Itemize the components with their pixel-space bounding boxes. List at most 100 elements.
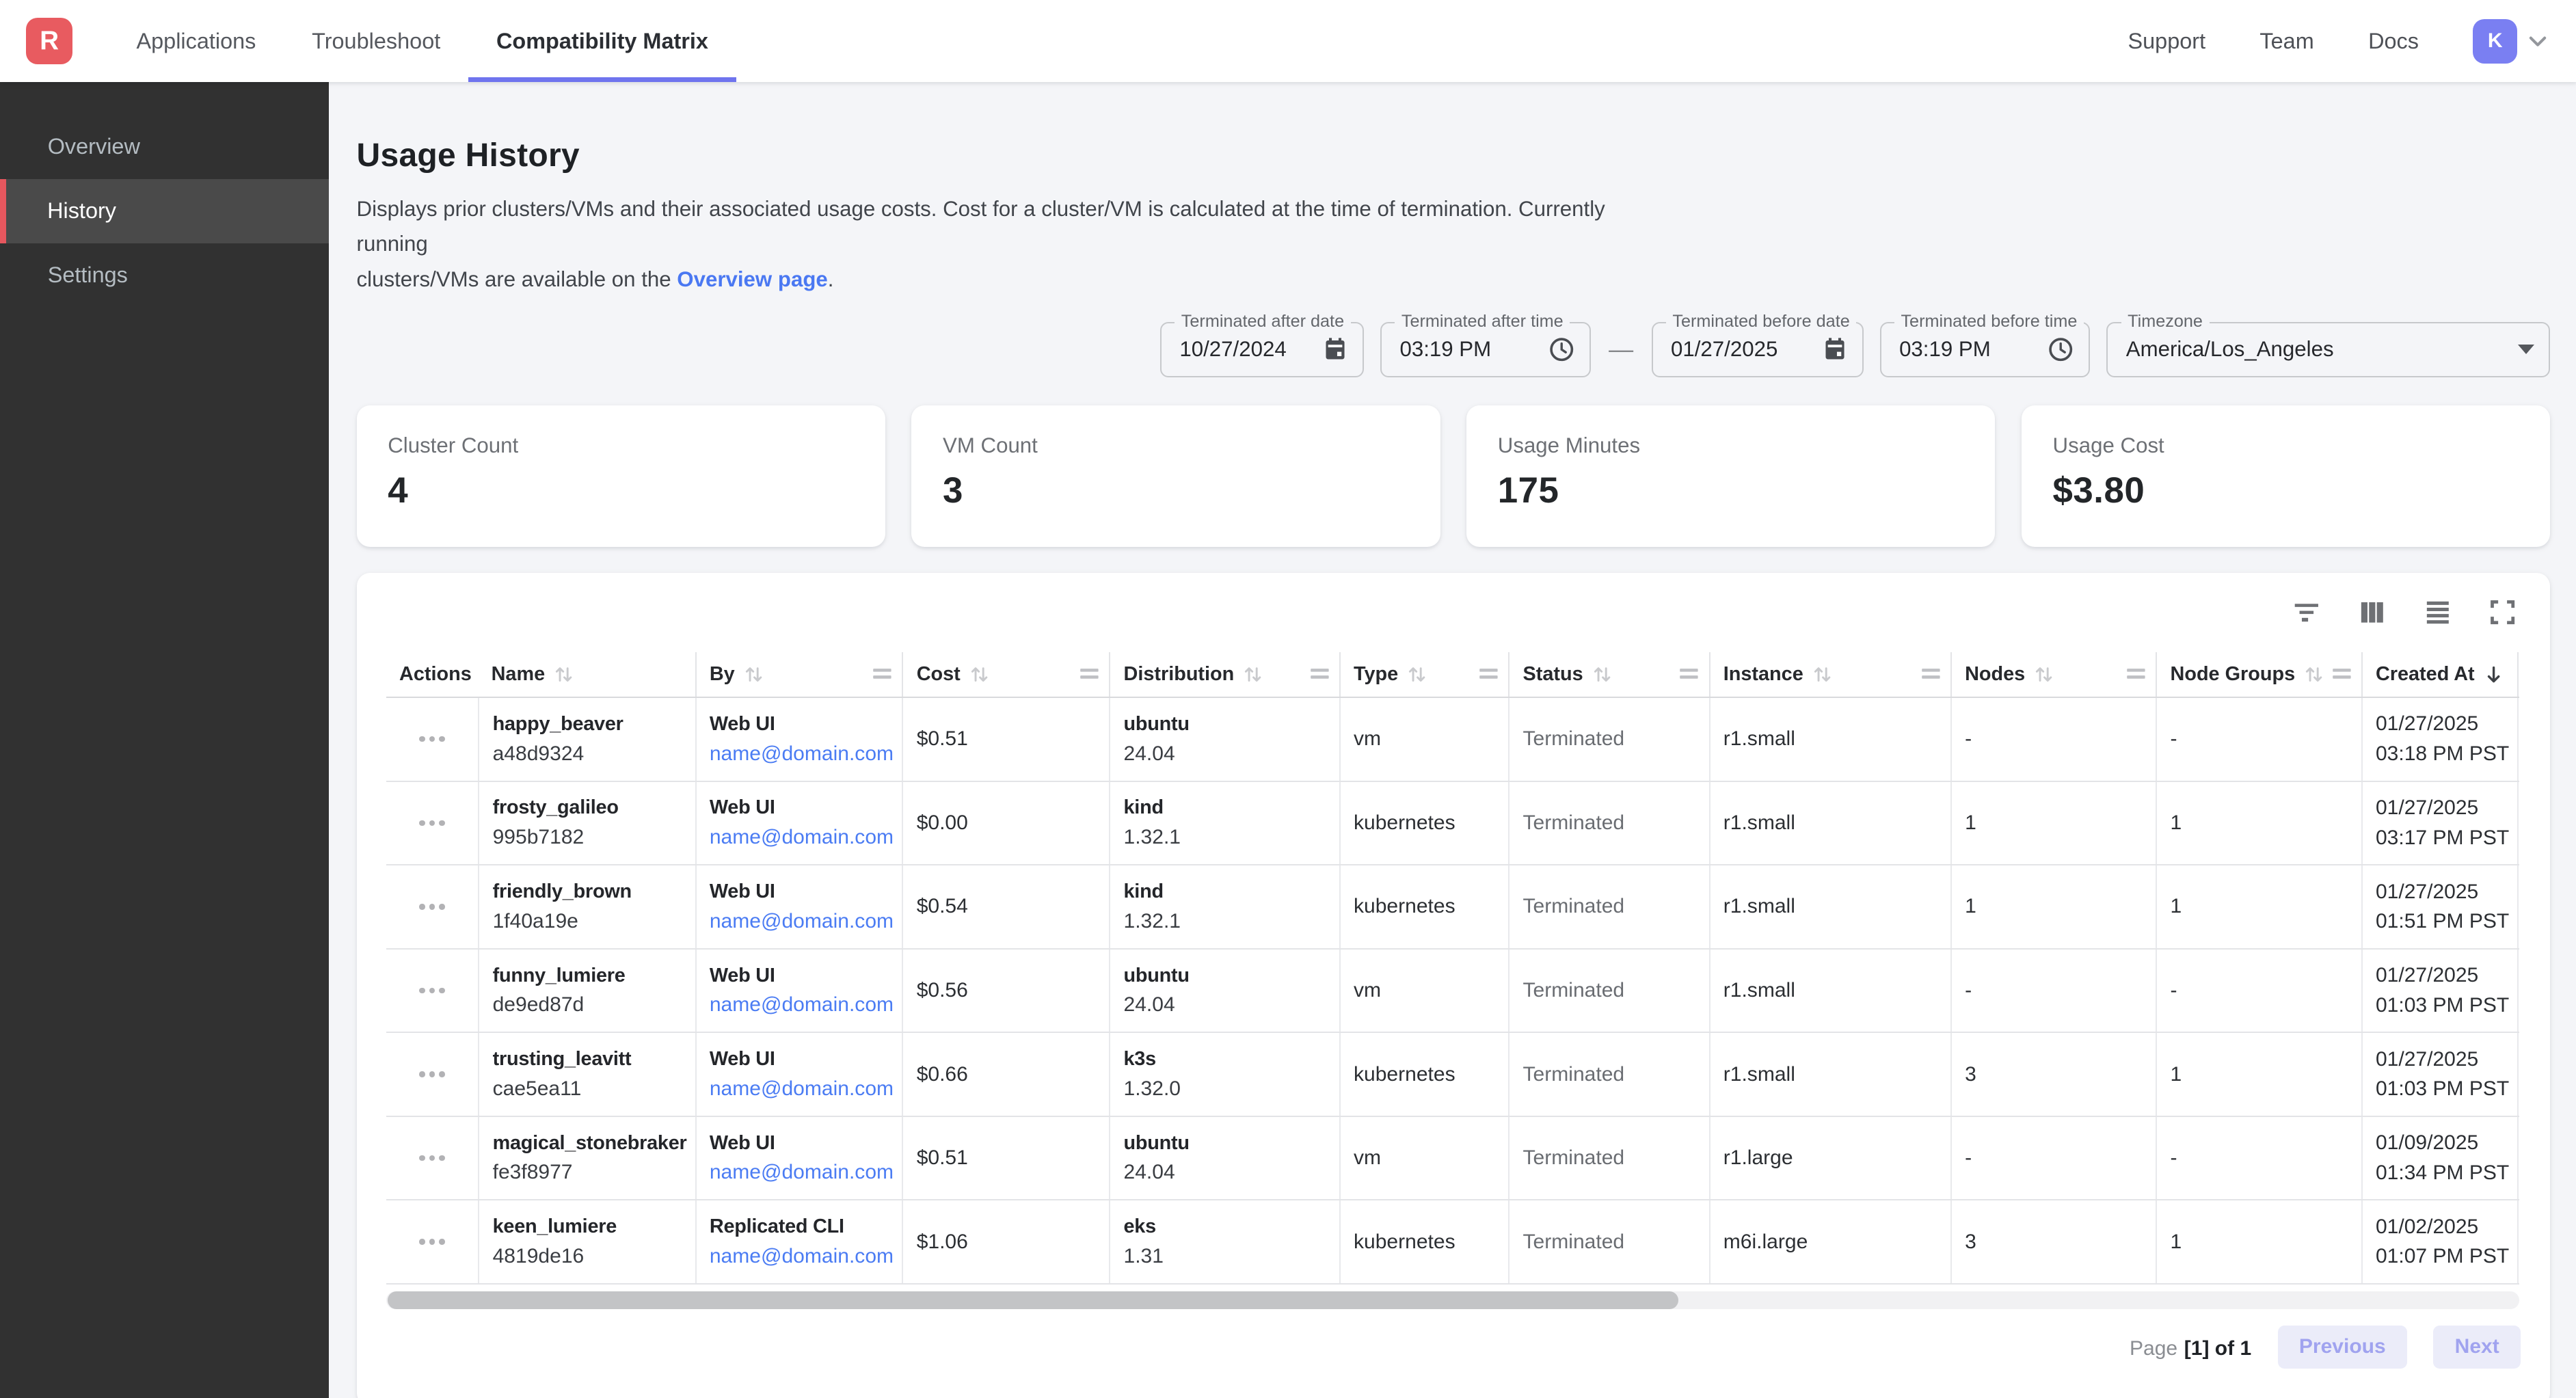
timezone-field[interactable]: TimezoneAmerica/Los_Angeles — [2106, 322, 2550, 378]
column-menu-icon[interactable] — [1079, 666, 1099, 682]
terminated-after-time-field[interactable]: Terminated after time03:19 PM — [1380, 322, 1591, 378]
created-date: 01/27/2025 — [2376, 881, 2504, 904]
column-header-by[interactable]: By — [695, 652, 902, 697]
sidebar-item-settings[interactable]: Settings — [0, 243, 329, 308]
row-actions-button[interactable] — [386, 950, 479, 1032]
column-menu-icon[interactable] — [2126, 666, 2146, 682]
table-row: frosty_galileo995b7182Web UIname@domain.… — [386, 782, 2519, 866]
email-link[interactable]: name@domain.com — [710, 1077, 889, 1101]
sort-arrows-icon — [969, 664, 990, 685]
email-link[interactable]: name@domain.com — [710, 1161, 889, 1184]
column-header-actions[interactable]: Actions — [386, 652, 479, 697]
email-link[interactable]: name@domain.com — [710, 1245, 889, 1268]
column-header-status[interactable]: Status — [1508, 652, 1708, 697]
calendar-icon[interactable] — [1310, 337, 1347, 362]
previous-page-button[interactable]: Previous — [2278, 1326, 2407, 1369]
sidebar-item-overview[interactable]: Overview — [0, 115, 329, 179]
column-menu-icon[interactable] — [1479, 666, 1499, 682]
tab-label: Compatibility Matrix — [496, 29, 708, 54]
status-value: Terminated — [1523, 811, 1696, 835]
user-avatar[interactable]: K — [2473, 19, 2517, 64]
cell-line-1: ubuntu — [1124, 965, 1326, 987]
sidebar-item-history[interactable]: History — [0, 179, 329, 243]
node-groups-value: 1 — [2171, 895, 2348, 918]
dropdown-arrow-shape — [2518, 345, 2534, 354]
sort-arrows-icon — [2033, 664, 2054, 685]
cell-instance: r1.small — [1709, 698, 1950, 781]
dropdown-arrow-icon[interactable] — [2504, 345, 2534, 354]
columns-icon[interactable] — [2357, 597, 2388, 628]
clock-icon[interactable] — [2035, 336, 2074, 362]
nav-link-support[interactable]: Support — [2128, 29, 2205, 54]
column-header-nodes[interactable]: Nodes — [1950, 652, 2156, 697]
tab-compatibility-matrix[interactable]: Compatibility Matrix — [468, 0, 736, 82]
column-header-node-groups[interactable]: Node Groups — [2156, 652, 2361, 697]
row-actions-button[interactable] — [386, 865, 479, 948]
column-header-cost[interactable]: Cost — [902, 652, 1109, 697]
terminated-before-time-field[interactable]: Terminated before time03:19 PM — [1880, 322, 2091, 378]
tab-troubleshoot[interactable]: Troubleshoot — [284, 0, 468, 82]
column-header-created-at[interactable]: Created At — [2361, 652, 2519, 697]
stat-cards-row: Cluster Count4VM Count3Usage Minutes175U… — [357, 405, 2551, 547]
table-row: magical_stonebrakerfe3f8977Web UIname@do… — [386, 1117, 2519, 1201]
row-actions-button[interactable] — [386, 782, 479, 865]
email-link[interactable]: name@domain.com — [710, 993, 889, 1017]
created-date: 01/27/2025 — [2376, 796, 2504, 820]
account-menu[interactable]: K — [2473, 19, 2550, 64]
cell-line-1: Web UI — [710, 1048, 889, 1071]
filters-row: Terminated after date10/27/2024 Terminate… — [357, 322, 2551, 378]
primary-nav-tabs: ApplicationsTroubleshoot Compatibility Ma… — [109, 0, 736, 82]
cell-line-1: Web UI — [710, 796, 889, 819]
scrollbar-thumb[interactable] — [388, 1291, 1678, 1309]
cell-distribution: k3s1.32.0 — [1109, 1033, 1339, 1116]
type-value: kubernetes — [1354, 1063, 1495, 1086]
density-icon[interactable] — [2422, 597, 2454, 628]
cell-created-at: 01/02/202501:07 PM PST — [2361, 1200, 2519, 1283]
column-menu-icon[interactable] — [2332, 666, 2352, 682]
column-header-type[interactable]: Type — [1339, 652, 1509, 697]
node-groups-value: 1 — [2171, 811, 2348, 835]
node-groups-value: - — [2171, 979, 2348, 1002]
overview-page-link[interactable]: Overview page — [677, 267, 828, 291]
column-header-distribution[interactable]: Distribution — [1109, 652, 1339, 697]
field-value: 03:19 PM — [1399, 337, 1491, 362]
column-menu-icon[interactable] — [1310, 666, 1330, 682]
tab-applications[interactable]: Applications — [109, 0, 284, 82]
nodes-value: 3 — [1965, 1063, 2143, 1086]
column-header-name[interactable]: Name — [478, 652, 695, 697]
row-actions-button[interactable] — [386, 1033, 479, 1116]
email-link[interactable]: name@domain.com — [710, 910, 889, 933]
terminated-after-date-field[interactable]: Terminated after date10/27/2024 — [1160, 322, 1364, 378]
column-menu-icon[interactable] — [872, 666, 892, 682]
column-menu-icon[interactable] — [1679, 666, 1699, 682]
cell-instance: r1.small — [1709, 865, 1950, 948]
column-header-instance[interactable]: Instance — [1709, 652, 1950, 697]
row-actions-button[interactable] — [386, 1117, 479, 1200]
calendar-icon[interactable] — [1810, 337, 1847, 362]
cell-instance: r1.large — [1709, 1117, 1950, 1200]
sort-arrows-icon — [1406, 664, 1427, 685]
cell-line-2: 24.04 — [1124, 1161, 1326, 1184]
actions-dot — [439, 736, 444, 742]
actions-dot — [439, 904, 444, 909]
column-menu-icon[interactable] — [1921, 666, 1941, 682]
cell-instance: r1.small — [1709, 782, 1950, 865]
email-link[interactable]: name@domain.com — [710, 826, 889, 849]
email-link[interactable]: name@domain.com — [710, 742, 889, 766]
row-actions-button[interactable] — [386, 1200, 479, 1283]
nav-link-docs[interactable]: Docs — [2368, 29, 2419, 54]
clock-icon[interactable] — [1535, 336, 1574, 362]
actions-dot — [419, 820, 425, 826]
page-title: Usage History — [357, 136, 2551, 174]
row-actions-button[interactable] — [386, 698, 479, 781]
terminated-before-date-field[interactable]: Terminated before date01/27/2025 — [1652, 322, 1864, 378]
filter-icon[interactable] — [2291, 597, 2322, 628]
cell-cost: $0.51 — [902, 698, 1109, 781]
horizontal-scrollbar[interactable] — [386, 1291, 2519, 1309]
cell-by: Replicated CLIname@domain.com — [695, 1200, 902, 1283]
fullscreen-icon[interactable] — [2488, 597, 2517, 627]
actions-dot — [429, 1239, 435, 1244]
nav-link-team[interactable]: Team — [2259, 29, 2313, 54]
replicated-logo[interactable]: R — [26, 18, 72, 64]
next-page-button[interactable]: Next — [2433, 1326, 2521, 1369]
